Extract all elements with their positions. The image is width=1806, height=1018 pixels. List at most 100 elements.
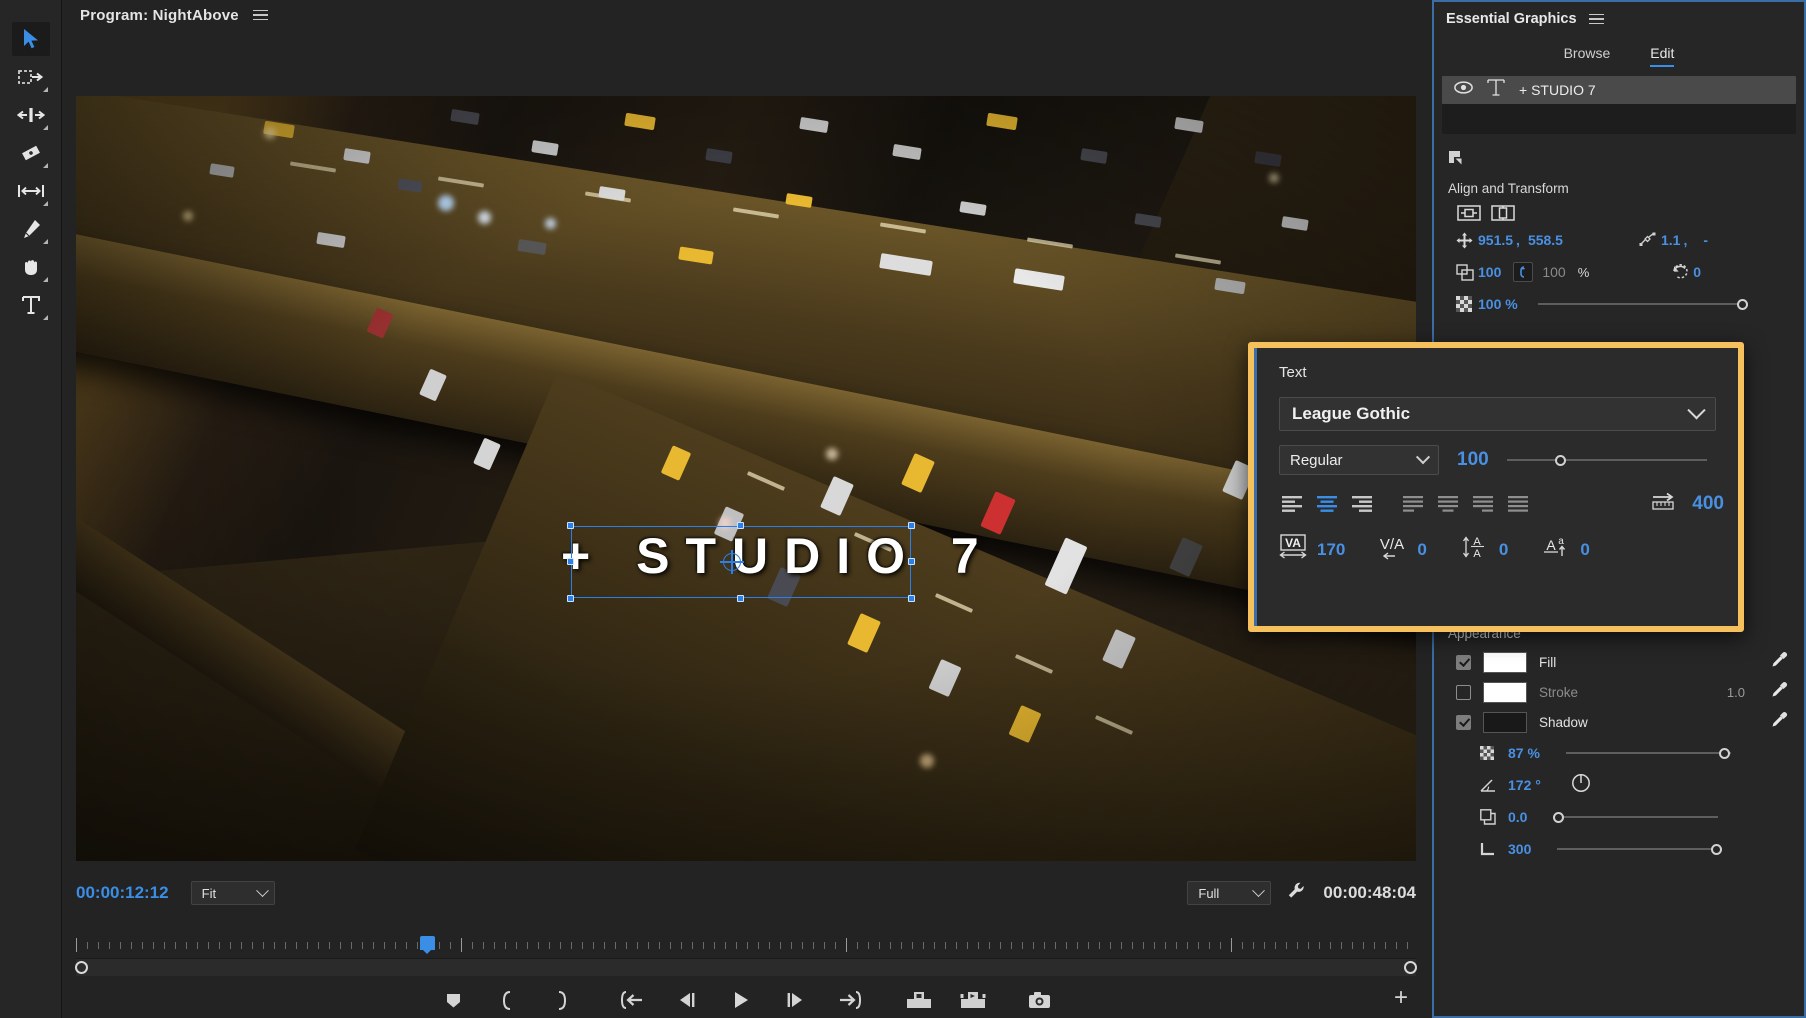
font-style-dropdown[interactable]: Regular (1279, 445, 1439, 475)
tab-browse[interactable]: Browse (1564, 45, 1611, 67)
stroke-checkbox[interactable] (1456, 685, 1471, 700)
resize-handle-ml[interactable] (567, 558, 574, 565)
playhead-timecode[interactable]: 00:00:12:12 (76, 883, 169, 903)
shadow-checkbox[interactable] (1456, 715, 1471, 730)
align-left-button[interactable] (1279, 493, 1305, 515)
go-to-out-button[interactable] (835, 987, 863, 1013)
hand-tool[interactable] (12, 250, 50, 284)
position-x-value[interactable]: 951.5 (1478, 232, 1513, 248)
kerning-value[interactable]: 0 (1417, 540, 1426, 560)
shadow-opacity-value[interactable]: 87 % (1508, 745, 1540, 761)
selection-tool[interactable] (12, 22, 50, 56)
shadow-color-swatch[interactable] (1483, 712, 1527, 733)
justify-last-left-button[interactable] (1400, 493, 1426, 515)
playhead-marker[interactable] (420, 936, 435, 950)
stroke-color-swatch[interactable] (1483, 682, 1527, 703)
font-family-dropdown[interactable]: League Gothic (1279, 397, 1716, 431)
align-vertical-center-button[interactable] (1490, 202, 1516, 224)
hamburger-icon[interactable] (1589, 14, 1604, 25)
fill-color-swatch[interactable] (1483, 652, 1527, 673)
opacity-value[interactable]: 100 % (1478, 296, 1518, 312)
anchor-point-marker[interactable] (723, 553, 741, 571)
program-monitor-video[interactable]: + STUDIO 7 (76, 96, 1416, 861)
wrench-icon[interactable] (1287, 881, 1307, 906)
angle-dial-icon[interactable] (1571, 773, 1591, 798)
tab-width-value[interactable]: 400 (1692, 493, 1724, 515)
shadow-distance-value[interactable]: 0.0 (1508, 809, 1527, 825)
font-size-slider[interactable] (1507, 454, 1707, 466)
resize-handle-tc[interactable] (737, 522, 744, 529)
shadow-blur-slider[interactable] (1557, 843, 1722, 855)
slip-tool[interactable] (12, 174, 50, 208)
resize-handle-br[interactable] (908, 595, 915, 602)
resize-handle-mr[interactable] (908, 558, 915, 565)
rotation-value[interactable]: 0 (1693, 264, 1701, 280)
shadow-blur-value[interactable]: 300 (1508, 841, 1531, 857)
eyedropper-icon[interactable] (1771, 651, 1788, 673)
scale-height-value[interactable]: 100 (1542, 264, 1565, 280)
ruler-tick (340, 942, 341, 949)
razor-tool[interactable] (12, 136, 50, 170)
mark-in-button[interactable] (493, 987, 521, 1013)
resize-handle-tl[interactable] (567, 522, 574, 529)
ruler-tick (230, 942, 231, 949)
align-center-button[interactable] (1314, 493, 1340, 515)
align-horizontal-center-button[interactable] (1456, 202, 1482, 224)
pen-tool[interactable] (12, 212, 50, 246)
title-selection-box[interactable]: + STUDIO 7 (571, 526, 911, 598)
work-area-end-handle[interactable] (1404, 961, 1417, 974)
zoom-level-dropdown[interactable]: Fit (191, 881, 275, 905)
premiere-pro-window: Program: NightAbove (0, 0, 1806, 1018)
resize-handle-bc[interactable] (737, 595, 744, 602)
shadow-opacity-slider[interactable] (1566, 747, 1731, 759)
ripple-edit-tool[interactable] (12, 98, 50, 132)
shadow-distance-slider[interactable] (1553, 811, 1718, 823)
scale-width-value[interactable]: 100 (1478, 264, 1501, 280)
fill-checkbox[interactable] (1456, 655, 1471, 670)
opacity-slider[interactable] (1538, 298, 1748, 310)
position-y-value[interactable]: 558.5 (1528, 232, 1563, 248)
anchor-x-value[interactable]: 1.1 (1661, 232, 1680, 248)
work-area-start-handle[interactable] (75, 961, 88, 974)
stroke-width-value[interactable]: 1.0 (1727, 685, 1745, 700)
export-frame-button[interactable] (1025, 987, 1053, 1013)
resize-handle-tr[interactable] (908, 522, 915, 529)
type-tool[interactable] (12, 288, 50, 322)
extract-button[interactable] (959, 987, 987, 1013)
tab-edit[interactable]: Edit (1650, 45, 1674, 67)
justify-last-right-button[interactable] (1470, 493, 1496, 515)
responsive-design-icon[interactable] (1434, 140, 1804, 175)
step-back-button[interactable] (673, 987, 701, 1013)
justify-all-button[interactable] (1505, 493, 1531, 515)
link-icon[interactable] (1513, 262, 1533, 282)
anchor-y-value[interactable]: - (1703, 232, 1708, 248)
shadow-angle-value[interactable]: 172 ° (1508, 777, 1541, 793)
justify-last-center-button[interactable] (1435, 493, 1461, 515)
leading-value[interactable]: 0 (1499, 540, 1508, 560)
time-ruler[interactable] (76, 936, 1416, 958)
button-editor-add-button[interactable]: + (1394, 986, 1408, 1010)
ruler-tick (560, 942, 561, 949)
duration-timecode[interactable]: 00:00:48:04 (1323, 883, 1416, 903)
tracking-value[interactable]: 170 (1317, 540, 1345, 560)
font-size-value[interactable]: 100 (1457, 449, 1489, 471)
ruler-tick (450, 942, 451, 949)
work-area-bar[interactable] (76, 958, 1416, 976)
eyedropper-icon[interactable] (1771, 681, 1788, 703)
resize-handle-bl[interactable] (567, 595, 574, 602)
add-marker-button[interactable] (439, 987, 467, 1013)
hamburger-icon[interactable] (253, 10, 268, 21)
play-stop-button[interactable] (727, 987, 755, 1013)
mark-out-button[interactable] (547, 987, 575, 1013)
graphic-layer-row[interactable]: + STUDIO 7 (1442, 76, 1796, 104)
playback-resolution-dropdown[interactable]: Full (1187, 881, 1271, 905)
step-forward-button[interactable] (781, 987, 809, 1013)
ruler-tick (637, 942, 638, 949)
go-to-in-button[interactable] (619, 987, 647, 1013)
baseline-shift-value[interactable]: 0 (1580, 540, 1589, 560)
eyedropper-icon[interactable] (1771, 711, 1788, 733)
track-select-forward-tool[interactable] (12, 60, 50, 94)
align-right-button[interactable] (1349, 493, 1375, 515)
lift-button[interactable] (905, 987, 933, 1013)
eye-icon[interactable] (1454, 81, 1473, 99)
